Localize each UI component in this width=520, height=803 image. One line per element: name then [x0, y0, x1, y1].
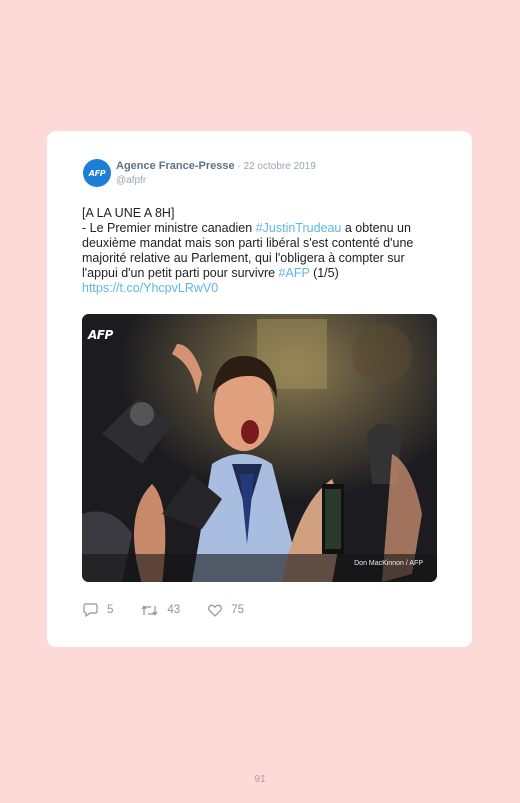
- tweet-date[interactable]: 22 octobre 2019: [244, 161, 316, 172]
- tweet-text-segment: [A LA UNE A 8H]: [82, 206, 175, 220]
- avatar-logo-text: AFP: [88, 168, 106, 178]
- author-handle[interactable]: @afpfr: [116, 175, 146, 186]
- tweet-text: [A LA UNE A 8H] - Le Premier ministre can…: [82, 206, 442, 296]
- like-button[interactable]: 75: [208, 604, 244, 617]
- retweet-count: 43: [167, 604, 181, 616]
- avatar[interactable]: AFP: [83, 159, 111, 187]
- tweet-text-segment: majorité relative au Parlement, qui l'ob…: [82, 251, 405, 265]
- tweet-text-line: https://t.co/YhcpvLRwV0: [82, 281, 442, 296]
- afp-watermark-logo: AFP: [88, 328, 113, 342]
- tweet-photo[interactable]: AFP Don MacKinnon / AFP: [82, 314, 437, 582]
- reply-icon: [83, 603, 98, 617]
- hashtag-link[interactable]: #AFP: [279, 266, 310, 280]
- tweet-card: AFP Agence France-Presse · 22 octobre 20…: [47, 131, 472, 647]
- tweet-text-segment: a obtenu un: [341, 221, 411, 235]
- photo-illustration: [82, 314, 437, 582]
- tweet-text-segment: (1/5): [309, 266, 339, 280]
- photo-credit: Don MacKinnon / AFP: [354, 560, 423, 567]
- tweet-text-segment: deuxième mandat mais son parti libéral s…: [82, 236, 414, 250]
- author-line: Agence France-Presse · 22 octobre 2019: [116, 160, 316, 172]
- like-count: 75: [231, 604, 244, 616]
- tweet-text-line: [A LA UNE A 8H]: [82, 206, 442, 221]
- hashtag-link[interactable]: #JustinTrudeau: [256, 221, 342, 235]
- tweet-text-line: - Le Premier ministre canadien #JustinTr…: [82, 221, 442, 236]
- retweet-button[interactable]: 43: [141, 604, 180, 617]
- hashtag-link[interactable]: https://t.co/YhcpvLRwV0: [82, 281, 218, 295]
- tweet-text-segment: - Le Premier ministre canadien: [82, 221, 256, 235]
- tweet-text-line: deuxième mandat mais son parti libéral s…: [82, 236, 442, 251]
- heart-icon: [208, 604, 223, 617]
- page-number: 91: [254, 774, 266, 785]
- author-name[interactable]: Agence France-Presse: [116, 160, 235, 172]
- tweet-text-line: majorité relative au Parlement, qui l'ob…: [82, 251, 442, 266]
- tweet-text-segment: l'appui d'un petit parti pour survivre: [82, 266, 279, 280]
- date-separator: ·: [234, 161, 244, 172]
- reply-count: 5: [107, 604, 114, 616]
- tweet-text-line: l'appui d'un petit parti pour survivre #…: [82, 266, 442, 281]
- retweet-icon: [141, 605, 158, 615]
- tweet-actions: 5 43 75: [83, 603, 272, 617]
- reply-button[interactable]: 5: [83, 603, 113, 617]
